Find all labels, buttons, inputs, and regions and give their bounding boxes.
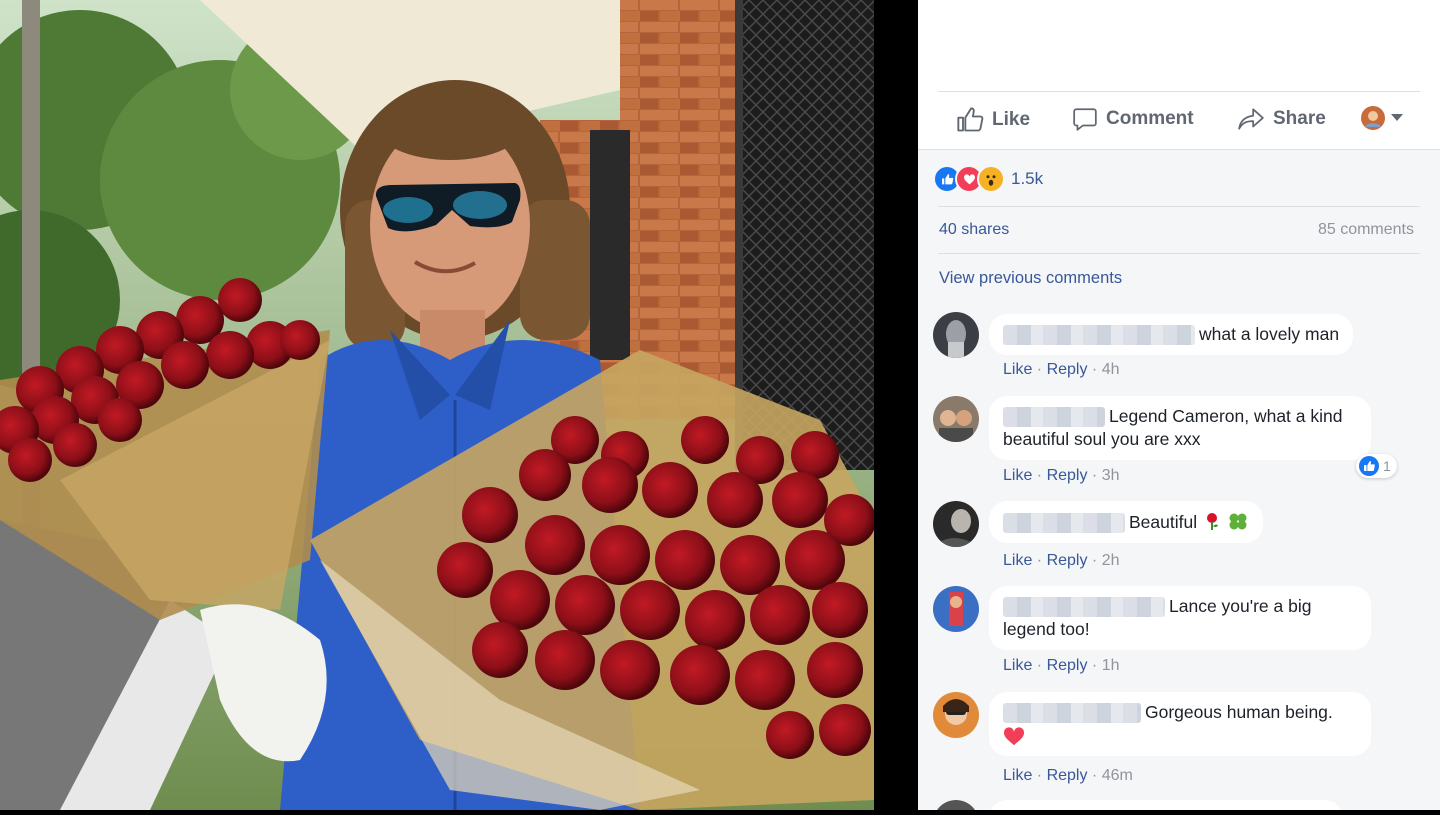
- view-previous-comments-link[interactable]: View previous comments: [939, 269, 1122, 288]
- comment-text: Gorgeous human being.: [1145, 702, 1333, 722]
- rose-emoji-icon: [1206, 513, 1218, 530]
- comment-bubble: Lance you're a big legend too!: [989, 586, 1371, 650]
- post-side-panel: Like Comment Share 1.5k 40 shares 85 com…: [918, 0, 1440, 810]
- comment-text-line2: legend too!: [1003, 619, 1090, 639]
- commenter-avatar[interactable]: [933, 586, 979, 632]
- comment-reply-link[interactable]: Reply: [1047, 767, 1088, 784]
- blurred-commenter-name[interactable]: [1003, 513, 1125, 534]
- comment-like-link[interactable]: Like: [1003, 361, 1032, 378]
- reaction-count[interactable]: 1.5k: [1011, 169, 1043, 189]
- comment-text: what a lovely man: [1199, 324, 1340, 344]
- comment-like-badge[interactable]: 1: [1356, 454, 1397, 478]
- comment-bubble: Gorgeous human being.: [989, 692, 1371, 756]
- comment-reply-link[interactable]: Reply: [1047, 552, 1088, 569]
- commenter-avatar[interactable]: [933, 312, 979, 358]
- thumbs-up-icon: [957, 107, 984, 132]
- comment-bubble: Legend Cameron, what a kind beautiful so…: [989, 396, 1371, 460]
- wow-reaction-icon: [977, 165, 1005, 193]
- comment-actions: Like · Reply · 1h: [1003, 657, 1120, 674]
- comment-actions: Like · Reply · 4h: [1003, 361, 1120, 378]
- photo-divider: [874, 0, 918, 810]
- post-meta-row: 40 shares 85 comments: [939, 221, 1414, 239]
- comment-timestamp[interactable]: 3h: [1102, 467, 1120, 484]
- share-label: Share: [1273, 108, 1326, 129]
- comment-text-line1: Legend Cameron, what a kind: [1109, 406, 1343, 426]
- like-reaction-icon: [1359, 456, 1379, 476]
- comment-reply-link[interactable]: Reply: [1047, 467, 1088, 484]
- profile-avatar: [1361, 106, 1385, 130]
- blurred-commenter-name[interactable]: [1003, 325, 1195, 346]
- comment-like-link[interactable]: Like: [1003, 467, 1032, 484]
- comment-text-line1: Lance you're a big: [1169, 596, 1312, 616]
- blurred-commenter-name[interactable]: [1003, 407, 1105, 428]
- comment-timestamp[interactable]: 1h: [1102, 657, 1120, 674]
- comment-actions: Like · Reply · 2h: [1003, 552, 1120, 569]
- post-header-area: Like Comment Share: [918, 0, 1440, 150]
- reaction-summary[interactable]: 1.5k: [933, 165, 1043, 193]
- commenter-avatar[interactable]: [933, 692, 979, 738]
- comment-bubble: what a lovely man: [989, 314, 1354, 355]
- chevron-down-icon: [1391, 114, 1403, 121]
- comment-label: Comment: [1106, 108, 1194, 129]
- comment-icon: [1073, 108, 1097, 131]
- share-icon: [1238, 108, 1264, 130]
- comment-reply-link[interactable]: Reply: [1047, 657, 1088, 674]
- commenter-avatar[interactable]: [933, 501, 979, 547]
- comment-timestamp[interactable]: 4h: [1102, 361, 1120, 378]
- comment-like-link[interactable]: Like: [1003, 657, 1032, 674]
- comment-timestamp[interactable]: 46m: [1102, 767, 1133, 784]
- comment-text: Beautiful: [1129, 512, 1198, 532]
- blurred-commenter-name[interactable]: [1003, 703, 1141, 724]
- comment-like-link[interactable]: Like: [1003, 767, 1032, 784]
- reaction-profile-selector[interactable]: [1361, 106, 1403, 130]
- like-label: Like: [992, 109, 1031, 130]
- comment-timestamp[interactable]: 2h: [1102, 552, 1120, 569]
- comment-text-line2: beautiful soul you are xxx: [1003, 429, 1201, 449]
- comments-count[interactable]: 85 comments: [1318, 221, 1414, 239]
- divider: [938, 253, 1420, 254]
- post-action-bar: Like Comment Share: [918, 92, 1440, 148]
- like-button[interactable]: Like: [956, 106, 1030, 134]
- share-button[interactable]: Share: [1237, 106, 1326, 132]
- comment-bubble: [989, 800, 1343, 810]
- heart-emoji-icon: [1003, 727, 1025, 746]
- commenter-avatar[interactable]: [933, 396, 979, 442]
- comment-bubble: Beautiful: [989, 501, 1263, 543]
- comment-like-count: 1: [1383, 458, 1391, 474]
- photo-man-with-roses: [0, 0, 876, 810]
- comment-like-link[interactable]: Like: [1003, 552, 1032, 569]
- commenter-avatar[interactable]: [933, 800, 979, 810]
- blurred-commenter-name[interactable]: [1003, 597, 1165, 618]
- post-photo[interactable]: [0, 0, 876, 810]
- divider: [938, 206, 1420, 207]
- comment-reply-link[interactable]: Reply: [1047, 361, 1088, 378]
- shares-count[interactable]: 40 shares: [939, 221, 1009, 239]
- comment-actions: Like · Reply · 3h: [1003, 467, 1120, 484]
- comment-button[interactable]: Comment: [1072, 106, 1194, 132]
- comment-actions: Like · Reply · 46m: [1003, 767, 1133, 784]
- clover-emoji-icon: [1229, 513, 1247, 530]
